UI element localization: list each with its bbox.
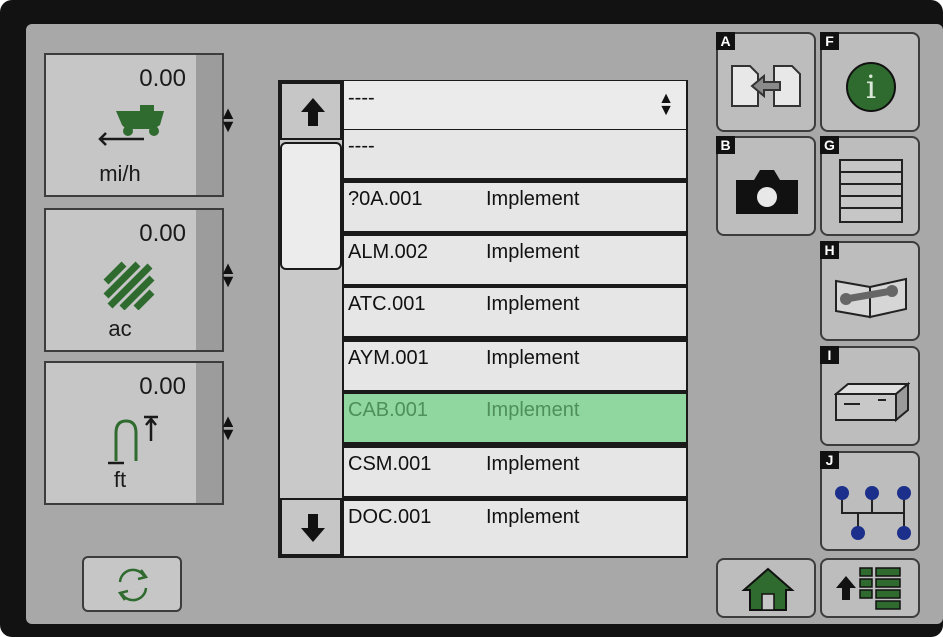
area-hatch-icon <box>103 261 155 310</box>
scroll-down-button[interactable] <box>280 498 342 556</box>
key-label-a: A <box>716 32 735 50</box>
key-label-b: B <box>716 136 735 154</box>
headland-height-icon <box>108 415 158 465</box>
arrow-up-icon <box>301 98 325 126</box>
scroll-up-button[interactable] <box>280 82 342 140</box>
home-icon <box>741 567 795 611</box>
height-value: 0.00 <box>139 373 186 400</box>
ecu-box-icon <box>834 382 910 422</box>
dropdown-value: ---- <box>348 87 375 109</box>
height-unit: ft <box>113 467 127 492</box>
refresh-button[interactable] <box>82 556 182 612</box>
list-item[interactable]: AYM.001 Implement <box>344 342 686 393</box>
item-name: Implement <box>486 453 580 475</box>
speed-updown-icon[interactable]: ▲ ▼ <box>218 104 238 135</box>
ecu-button[interactable]: I <box>820 346 920 446</box>
speed-readout[interactable]: 0.00 mi/h ▲ ▼ <box>44 53 237 197</box>
item-code: CAB.001 <box>348 399 429 421</box>
area-value: 0.00 <box>139 220 186 247</box>
list-button[interactable]: G <box>820 136 920 236</box>
area-unit: ac <box>108 316 132 341</box>
item-code: ?0A.001 <box>348 188 423 210</box>
item-name: Implement <box>486 347 580 369</box>
key-label-f: F <box>820 32 839 50</box>
transfer-icon <box>731 65 801 107</box>
speed-unit: mi/h <box>99 161 141 186</box>
manual-wrench-icon <box>835 277 907 319</box>
list-item[interactable]: CSM.001 Implement <box>344 448 686 499</box>
key-label-g: G <box>820 136 839 154</box>
item-code: ATC.001 <box>348 293 426 315</box>
network-tree-icon <box>835 486 911 540</box>
item-code: CSM.001 <box>348 453 432 475</box>
list-item[interactable]: ATC.001 Implement <box>344 288 686 339</box>
info-button[interactable]: F i <box>820 32 920 132</box>
area-updown-icon[interactable]: ▲ ▼ <box>218 259 238 290</box>
area-readout[interactable]: 0.00 ac ▲ ▼ <box>44 208 237 352</box>
network-button[interactable]: J <box>820 451 920 551</box>
refresh-icon <box>117 568 149 602</box>
item-name: Implement <box>486 399 580 421</box>
display-bezel: 0.00 mi/h ▲ ▼ 0.00 ac ▲ ▼ 0.00 ft ▲ ▼ --… <box>0 0 943 637</box>
home-button[interactable] <box>716 558 816 618</box>
height-updown-icon[interactable]: ▲ ▼ <box>218 412 238 443</box>
list-item[interactable]: ---- <box>344 130 686 181</box>
screen: 0.00 mi/h ▲ ▼ 0.00 ac ▲ ▼ 0.00 ft ▲ ▼ --… <box>26 24 943 624</box>
height-readout[interactable]: 0.00 ft ▲ ▼ <box>44 361 237 505</box>
list-lines-icon <box>839 159 903 223</box>
speed-value: 0.00 <box>139 65 186 92</box>
key-label-j: J <box>820 451 839 469</box>
implement-dropdown[interactable]: ---- ▲ ▼ <box>344 81 686 129</box>
dropdown-toggle-icon: ▲ ▼ <box>658 90 674 119</box>
list-item[interactable]: DOC.001 Implement <box>344 501 686 556</box>
camera-icon <box>736 170 798 214</box>
item-name: Implement <box>486 188 580 210</box>
transfer-button[interactable]: A <box>716 32 816 132</box>
scroll-thumb[interactable] <box>280 142 342 270</box>
item-code: AYM.001 <box>348 347 429 369</box>
item-code: ---- <box>348 135 375 157</box>
item-name: Implement <box>486 293 580 315</box>
list-item[interactable]: ALM.002 Implement <box>344 236 686 287</box>
manual-button[interactable]: H <box>820 241 920 341</box>
item-code: ALM.002 <box>348 241 429 263</box>
list-item-selected[interactable]: CAB.001 Implement <box>344 394 686 445</box>
list-item[interactable]: ?0A.001 Implement <box>344 183 686 234</box>
item-name: Implement <box>486 506 580 528</box>
menu-up-button[interactable] <box>820 558 920 618</box>
item-name: Implement <box>486 241 580 263</box>
menu-up-icon <box>836 567 901 610</box>
key-label-i: I <box>820 346 839 364</box>
item-code: DOC.001 <box>348 506 432 528</box>
list-scrollbar[interactable] <box>278 80 344 558</box>
speed-harvester-icon <box>98 105 164 146</box>
key-label-h: H <box>820 241 839 259</box>
info-glyph: i <box>865 68 877 106</box>
arrow-down-icon <box>301 514 325 542</box>
camera-button[interactable]: B <box>716 136 816 236</box>
